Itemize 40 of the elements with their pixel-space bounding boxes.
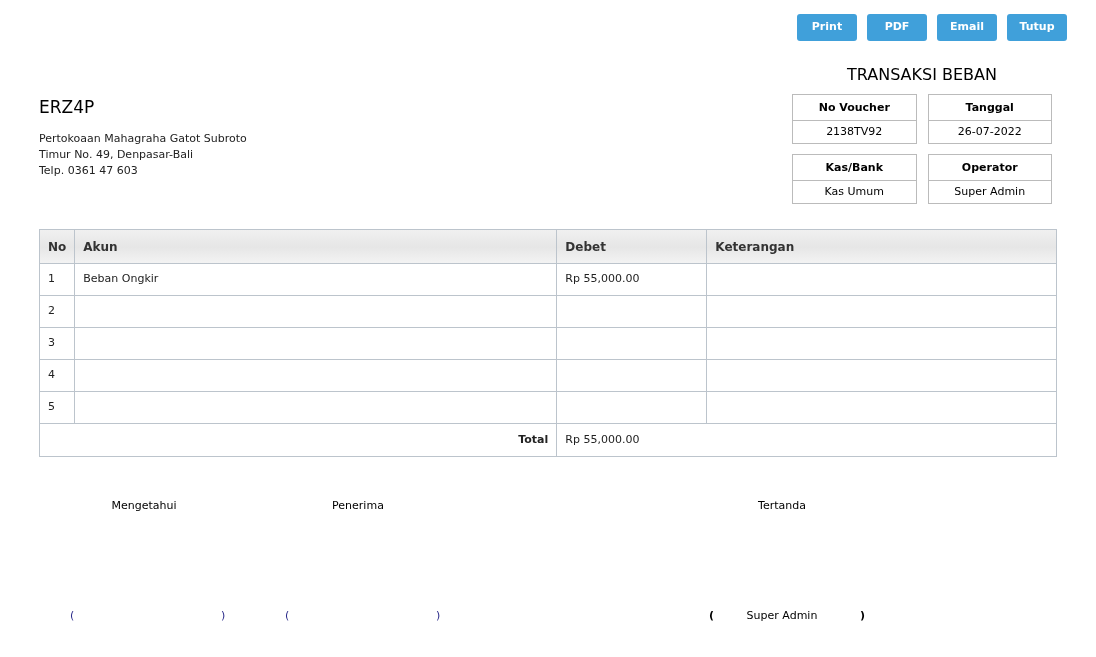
table-cell: 1 <box>48 272 55 286</box>
info-value: Kas Umum <box>823 184 885 200</box>
parenthesis: ) <box>221 608 226 624</box>
table-cell: 2 <box>48 304 55 318</box>
info-value: Super Admin <box>953 184 1027 200</box>
toolbar-button[interactable]: Print <box>797 14 857 41</box>
column-header: No <box>39 229 75 264</box>
table-cell: Rp 55,000.00 <box>565 272 640 286</box>
signature-label: Tertanda <box>758 498 806 514</box>
parenthesis: ) <box>436 608 441 624</box>
company-name: ERZ4P <box>39 96 96 119</box>
company-address-line: Timur No. 49, Denpasar-Bali <box>39 146 195 163</box>
parenthesis: ) <box>860 608 866 624</box>
toolbar-button[interactable]: PDF <box>867 14 927 41</box>
parenthesis: ( <box>285 608 290 624</box>
total-label: Total <box>518 432 549 446</box>
table-cell: Beban Ongkir <box>83 272 159 286</box>
toolbar-button[interactable]: Tutup <box>1007 14 1067 41</box>
toolbar-button[interactable]: Email <box>937 14 997 41</box>
info-label: Tanggal <box>928 95 1051 121</box>
parenthesis: ( <box>709 608 715 624</box>
info-value: 26-07-2022 <box>956 124 1023 140</box>
company-address-line: Pertokoaan Mahagraha Gatot Subroto <box>39 130 247 147</box>
info-value: 2138TV92 <box>825 124 884 140</box>
signature-label: Penerima <box>332 498 384 514</box>
table-cell: 4 <box>48 368 55 382</box>
table-cell: 3 <box>48 336 55 350</box>
table-cell: 5 <box>48 400 55 414</box>
info-label: Operator <box>928 155 1051 181</box>
document-title: TRANSAKSI BEBAN <box>847 64 997 86</box>
info-label: No Voucher <box>793 95 916 121</box>
company-address-line: Telp. 0361 47 603 <box>39 162 139 179</box>
column-header: Akun <box>74 229 557 264</box>
total-value: Rp 55,000.00 <box>565 432 640 446</box>
column-header: Debet <box>556 229 707 264</box>
parenthesis: ( <box>70 608 75 624</box>
info-label: Kas/Bank <box>793 155 916 181</box>
column-header: Keterangan <box>706 229 1057 264</box>
signatory-name: Super Admin <box>746 608 818 624</box>
signature-label: Mengetahui <box>111 498 177 514</box>
